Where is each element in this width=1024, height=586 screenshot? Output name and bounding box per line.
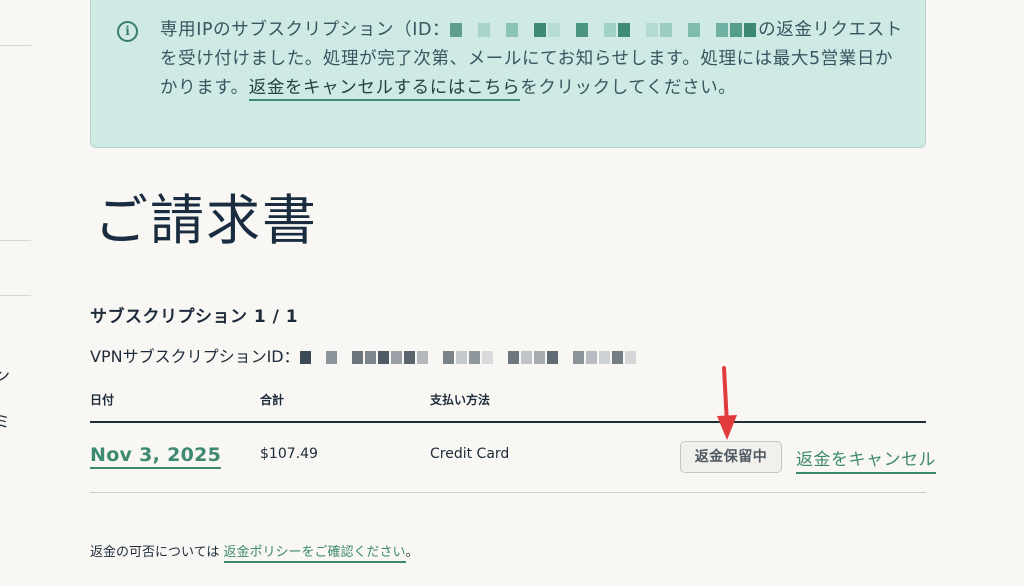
refund-policy-note: 返金の可否については 返金ポリシーをご確認ください。 [90, 541, 419, 563]
vpn-id-label: VPNサブスクリプションID： [90, 347, 300, 366]
sidebar-divider [0, 295, 31, 296]
notice-text-end: をクリックしてください。 [520, 78, 737, 98]
footer-period: 。 [405, 545, 419, 560]
column-header-payment-method: 支払い方法 [430, 393, 491, 407]
annotation-arrow-icon [717, 366, 737, 440]
redacted-subscription-id [450, 18, 758, 37]
sidebar-edge: ン ミ [0, 0, 40, 586]
sidebar-item-fragment[interactable]: ン [0, 362, 10, 386]
redacted-vpn-id [299, 349, 638, 364]
vpn-subscription-id: VPNサブスクリプションID： [90, 343, 638, 367]
sidebar-item-fragment[interactable]: ミ [0, 408, 10, 432]
info-icon: i [117, 21, 138, 42]
invoice-total: $107.49 [260, 446, 318, 462]
notice-text-before-id: 専用IPのサブスクリプション（ID： [160, 20, 451, 40]
column-header-total: 合計 [260, 393, 285, 407]
page-title: ご請求書 [94, 189, 318, 252]
sidebar-divider [0, 240, 31, 241]
invoice-date-link[interactable]: Nov 3, 2025 [90, 444, 222, 469]
subscription-count: サブスクリプション 1 / 1 [90, 307, 299, 327]
sidebar-divider [0, 45, 31, 46]
footer-text: 返金の可否については [90, 545, 220, 560]
cancel-refund-link[interactable]: 返金をキャンセルするにはこちら [248, 78, 521, 101]
table-row-divider [90, 492, 926, 493]
payment-method: Credit Card [430, 446, 510, 462]
refund-notice-banner: i 専用IPのサブスクリプション（ID： の返金リクエストを受け付けました。処理が… [90, 0, 926, 148]
column-header-date: 日付 [90, 393, 115, 407]
refund-notice-text: 専用IPのサブスクリプション（ID： の返金リクエストを受け付けました。処理が完了… [160, 16, 908, 103]
table-header-divider [90, 421, 926, 423]
cancel-refund-button[interactable]: 返金をキャンセル [796, 445, 936, 474]
refund-policy-link[interactable]: 返金ポリシーをご確認ください [223, 545, 406, 563]
refund-pending-badge: 返金保留中 [680, 441, 782, 473]
